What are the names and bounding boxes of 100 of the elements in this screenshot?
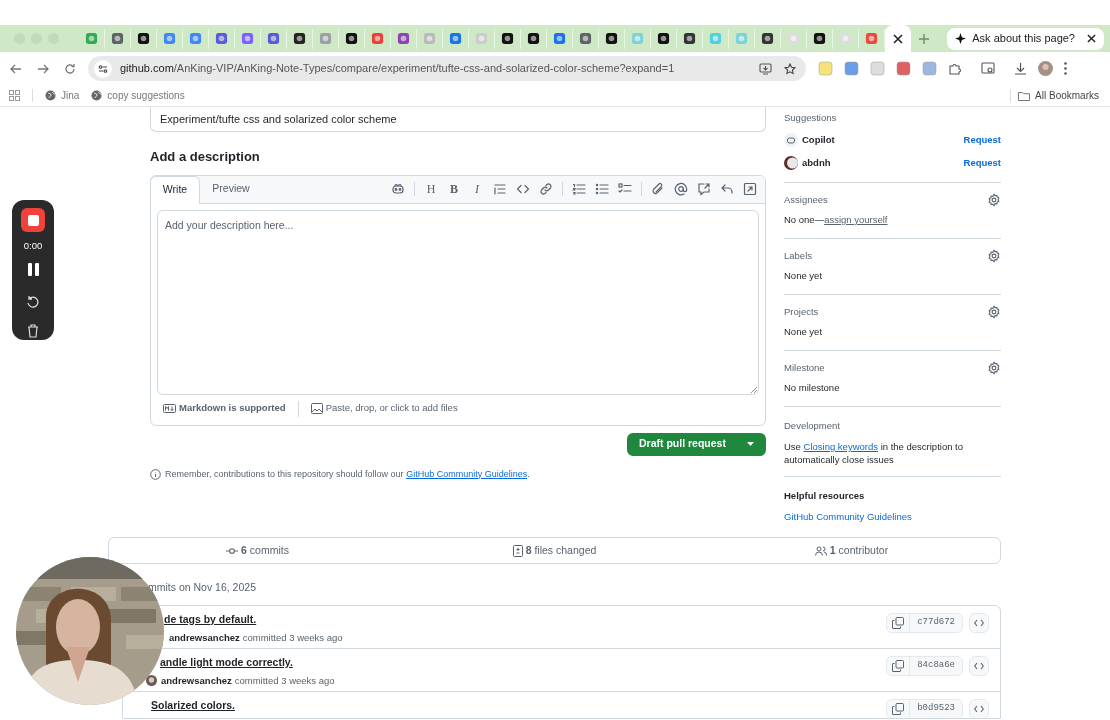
reviewer-name[interactable]: abdnh <box>802 155 831 170</box>
menu-icon[interactable] <box>1064 62 1067 75</box>
stop-recording-button[interactable] <box>21 208 45 232</box>
copy-icon[interactable] <box>892 617 905 629</box>
restart-icon[interactable] <box>26 295 40 310</box>
browser-tab[interactable] <box>885 25 911 52</box>
commit-author[interactable]: andrewsanchez <box>161 673 232 688</box>
format-button[interactable]: B <box>447 180 461 198</box>
quote-icon[interactable] <box>493 182 507 196</box>
favicon-icon[interactable] <box>683 32 696 45</box>
sidebar-heading[interactable]: Assignees <box>784 192 828 207</box>
format-button[interactable]: I <box>470 180 484 198</box>
commit-title[interactable]: Solarized colors. <box>151 698 236 714</box>
bookmark-link[interactable]: Jina <box>61 88 80 103</box>
forward-icon[interactable] <box>37 62 49 75</box>
sidebar-heading: Helpful resources <box>784 488 866 503</box>
undo-icon[interactable] <box>720 182 734 196</box>
bookmark-star-icon[interactable] <box>784 62 796 75</box>
close-icon[interactable] <box>1087 34 1096 43</box>
browse-code-button[interactable] <box>969 699 989 718</box>
guidelines-link[interactable]: GitHub Community Guidelines <box>784 510 1001 525</box>
summary-stat[interactable]: 8 files changed <box>525 542 597 559</box>
install-icon[interactable] <box>759 62 772 75</box>
commit-title[interactable]: de tags by default. <box>164 612 343 628</box>
request-link[interactable]: Request <box>963 155 1001 170</box>
favicon-icon[interactable] <box>137 32 150 45</box>
draft-pull-request-button[interactable]: Draft pull request <box>627 432 766 456</box>
extension-icon[interactable] <box>896 61 911 76</box>
commit-icon <box>226 546 239 555</box>
puzzle-icon[interactable] <box>948 61 962 76</box>
favicon-icon[interactable] <box>293 32 306 45</box>
image-icon <box>310 403 323 414</box>
section-heading: Add a description <box>150 148 261 166</box>
fullscreen-icon[interactable] <box>743 182 757 196</box>
settings-icon[interactable] <box>987 192 1001 207</box>
folder-icon <box>1018 90 1031 101</box>
browse-code-button[interactable] <box>969 656 989 676</box>
site-settings-icon[interactable] <box>94 59 112 78</box>
markdown-note: Markdown is supported <box>179 401 286 416</box>
markdown-icon <box>163 404 176 413</box>
settings-icon[interactable] <box>987 360 1001 375</box>
description-textarea[interactable]: Add your description here... <box>157 209 759 395</box>
unordered-list-icon[interactable] <box>595 182 609 196</box>
guidelines-note: Remember, contributions to this repository should follow our GitHub Community Guidelines. <box>165 467 530 481</box>
mention-icon[interactable] <box>674 182 688 196</box>
editor-tab[interactable]: Write <box>150 175 200 204</box>
favicon-icon[interactable] <box>813 32 826 45</box>
reviewer-name[interactable]: Copilot <box>802 133 835 148</box>
apps-icon[interactable] <box>9 90 20 101</box>
copy-icon[interactable] <box>892 660 905 672</box>
paperclip-icon[interactable] <box>651 182 665 196</box>
download-icon[interactable] <box>1014 62 1027 75</box>
trash-icon[interactable] <box>27 324 39 339</box>
new-tab-icon[interactable] <box>919 33 929 44</box>
resize-handle-icon[interactable] <box>751 386 757 393</box>
bookmark-link[interactable]: All Bookmarks <box>1035 88 1099 103</box>
sidebar-heading[interactable]: Labels <box>784 248 812 263</box>
back-icon[interactable] <box>10 62 22 75</box>
settings-icon[interactable] <box>987 248 1001 263</box>
copilot-icon[interactable] <box>391 182 405 196</box>
reference-icon[interactable] <box>697 182 711 196</box>
commit-title[interactable]: andle light mode correctly. <box>160 655 335 671</box>
commit-author[interactable]: andrewsanchez <box>169 630 240 645</box>
code-icon[interactable] <box>516 182 530 196</box>
settings-icon[interactable] <box>987 304 1001 319</box>
assign-yourself-link[interactable]: assign yourself <box>824 214 888 225</box>
sidebar-heading[interactable]: Milestone <box>784 360 825 375</box>
summary-stat[interactable]: 1 contributor <box>829 542 889 559</box>
attach-files-text[interactable]: Paste, drop, or click to add files <box>325 401 458 416</box>
favicon-icon[interactable] <box>761 32 774 45</box>
title-field[interactable]: Experiment/tufte css and solarized color scheme <box>150 107 766 132</box>
close-icon[interactable] <box>893 33 903 44</box>
caret-icon[interactable] <box>747 442 754 446</box>
copy-icon[interactable] <box>892 703 905 715</box>
format-button[interactable]: H <box>424 180 438 198</box>
address-bar[interactable]: github.com/AnKing-VIP/AnKing-Note-Types/compare/experiment/tufte-css-and-solarized-color-scheme?expand=1 <box>88 56 806 81</box>
summary-stat[interactable]: 6 commits <box>241 542 289 559</box>
browse-code-button[interactable] <box>969 613 989 633</box>
ordered-list-icon[interactable] <box>572 182 586 196</box>
request-link[interactable]: Request <box>963 133 1001 148</box>
sidebar-heading[interactable]: Projects <box>784 304 819 319</box>
bookmark-link[interactable]: copy suggestions <box>107 88 185 103</box>
favicon-icon[interactable] <box>657 32 670 45</box>
favicon-icon[interactable] <box>527 32 540 45</box>
closing-keywords-link[interactable]: Closing keywords <box>803 441 878 452</box>
favicon-icon[interactable] <box>501 32 514 45</box>
url-text: github.com/AnKing-VIP/AnKing-Note-Types/compare/experiment/tufte-css-and-solarized-color-scheme?expand=1 <box>120 61 675 77</box>
search-tabs-icon[interactable] <box>981 62 995 75</box>
pause-icon[interactable] <box>27 263 39 277</box>
favicon-icon[interactable] <box>605 32 618 45</box>
favicon-icon[interactable] <box>345 32 358 45</box>
globe-icon <box>91 90 103 101</box>
reload-icon[interactable] <box>64 62 76 75</box>
sparkle-icon <box>955 33 967 44</box>
editor-tab[interactable]: Preview <box>200 175 262 203</box>
development-text: Use Closing keywords in the description to automatically close issues <box>784 440 965 466</box>
recording-time: 0:00 <box>23 239 43 253</box>
code-icon <box>974 619 984 627</box>
extension-icon[interactable] <box>844 61 859 76</box>
link-icon[interactable] <box>539 182 553 196</box>
